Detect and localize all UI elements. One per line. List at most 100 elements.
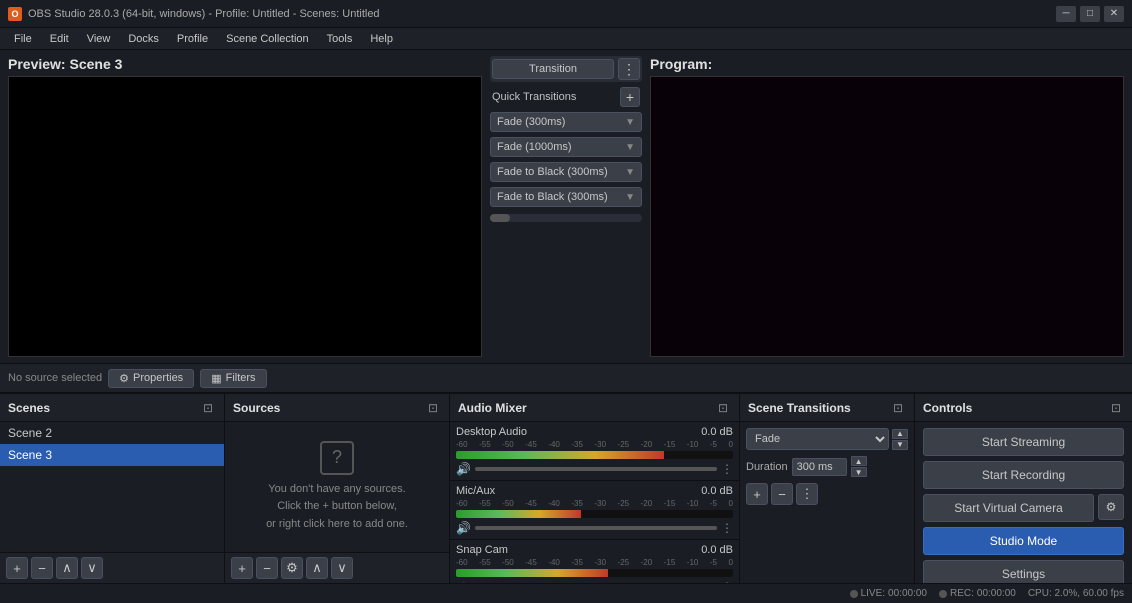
- transition-add-button[interactable]: +: [746, 483, 768, 505]
- audio-desktop-slider[interactable]: [475, 467, 717, 471]
- preview-title: Preview: Scene 3: [8, 56, 482, 72]
- duration-input[interactable]: [792, 458, 847, 476]
- minimize-button[interactable]: ─: [1056, 6, 1076, 22]
- virtual-camera-row: Start Virtual Camera ⚙: [923, 494, 1124, 522]
- filters-button[interactable]: ▦ Filters: [200, 369, 266, 388]
- virtual-camera-settings-button[interactable]: ⚙: [1098, 494, 1124, 520]
- menu-docks[interactable]: Docks: [120, 31, 167, 47]
- scenes-down-button[interactable]: ∨: [81, 557, 103, 579]
- properties-button[interactable]: ⚙ Properties: [108, 369, 194, 388]
- live-status: LIVE: 00:00:00: [850, 588, 927, 599]
- scenes-up-button[interactable]: ∧: [56, 557, 78, 579]
- audio-snapcam-bar: [456, 569, 733, 577]
- sources-panel-controls: ⊡: [425, 400, 441, 416]
- menu-profile[interactable]: Profile: [169, 31, 216, 47]
- audio-desktop-controls: 🔊 ⋮: [456, 462, 733, 476]
- audio-track-mic-name: Mic/Aux: [456, 485, 495, 497]
- controls-panel-header: Controls ⊡: [915, 394, 1132, 422]
- audio-bar-labels-mic: -60-55-50-45-40-35-30-25-20-15-10-50: [456, 499, 733, 508]
- duration-up-button[interactable]: ▲: [851, 456, 867, 466]
- close-button[interactable]: ✕: [1104, 6, 1124, 22]
- scenes-remove-button[interactable]: −: [31, 557, 53, 579]
- transition-type-select[interactable]: Fade Cut Slide: [746, 428, 889, 450]
- sources-settings-button[interactable]: ⚙: [281, 557, 303, 579]
- sources-add-button[interactable]: +: [231, 557, 253, 579]
- audio-track-mic: Mic/Aux 0.0 dB -60-55-50-45-40-35-30-25-…: [450, 481, 739, 540]
- sources-panel: Sources ⊡ ? You don't have any sources. …: [225, 394, 450, 583]
- menu-help[interactable]: Help: [362, 31, 401, 47]
- audio-desktop-bar: [456, 451, 733, 459]
- audio-panel: Audio Mixer ⊡ Desktop Audio 0.0 dB -60-5…: [450, 394, 740, 583]
- transition-more-button[interactable]: ⋮: [796, 483, 818, 505]
- audio-track-mic-db: 0.0 dB: [701, 485, 733, 497]
- scenes-panel-popout-button[interactable]: ⊡: [200, 400, 216, 416]
- audio-desktop-settings-button[interactable]: ⋮: [721, 462, 733, 476]
- rec-status: REC: 00:00:00: [939, 588, 1016, 599]
- menu-file[interactable]: File: [6, 31, 40, 47]
- audio-mic-bar: [456, 510, 733, 518]
- transition-up-button[interactable]: ▲: [892, 429, 908, 439]
- main: Preview: Scene 3 Transition ⋮ Quick Tran…: [0, 50, 1132, 603]
- audio-track-snapcam-header: Snap Cam 0.0 dB: [456, 544, 733, 556]
- app-icon: O: [8, 7, 22, 21]
- scene-item-scene2[interactable]: Scene 2: [0, 422, 224, 444]
- sources-down-button[interactable]: ∨: [331, 557, 353, 579]
- studio-mode-button[interactable]: Studio Mode: [923, 527, 1124, 555]
- titlebar-controls: ─ □ ✕: [1056, 6, 1124, 22]
- audio-panel-popout-button[interactable]: ⊡: [715, 400, 731, 416]
- audio-desktop-mute-button[interactable]: 🔊: [456, 462, 471, 476]
- audio-mic-mute-button[interactable]: 🔊: [456, 521, 471, 535]
- audio-mic-settings-button[interactable]: ⋮: [721, 521, 733, 535]
- chevron-down-icon: ▼: [625, 117, 635, 128]
- scenes-panel: Scenes ⊡ Scene 2 Scene 3 + − ∧ ∨: [0, 394, 225, 583]
- duration-down-button[interactable]: ▼: [851, 467, 867, 477]
- settings-button[interactable]: Settings: [923, 560, 1124, 583]
- no-source-text: No source selected: [8, 372, 102, 384]
- menu-scene-collection[interactable]: Scene Collection: [218, 31, 317, 47]
- transition-remove-button[interactable]: −: [771, 483, 793, 505]
- program-canvas: [650, 76, 1124, 357]
- transition-menu-button[interactable]: ⋮: [618, 58, 640, 80]
- chevron-down-icon: ▼: [625, 192, 635, 203]
- transition-scrollbar[interactable]: [490, 214, 642, 222]
- audio-track-snapcam-db: 0.0 dB: [701, 544, 733, 556]
- transition-down-button[interactable]: ▼: [892, 440, 908, 450]
- controls-panel-popout-button[interactable]: ⊡: [1108, 400, 1124, 416]
- transitions-panel-popout-button[interactable]: ⊡: [890, 400, 906, 416]
- controls-panel-controls: ⊡: [1108, 400, 1124, 416]
- transition-actions: + − ⋮: [746, 483, 908, 505]
- menubar: File Edit View Docks Profile Scene Colle…: [0, 28, 1132, 50]
- menu-edit[interactable]: Edit: [42, 31, 77, 47]
- quick-transitions-add-button[interactable]: +: [620, 87, 640, 107]
- transition-spin-buttons: ▲ ▼: [892, 429, 908, 450]
- fade-dropdown-2[interactable]: Fade (1000ms) ▼: [490, 137, 642, 157]
- preview-canvas: [8, 76, 482, 357]
- fade-dropdown-1[interactable]: Fade (300ms) ▼: [490, 112, 642, 132]
- audio-mic-slider[interactable]: [475, 526, 717, 530]
- quick-transitions-label: Quick Transitions: [492, 91, 576, 103]
- scenes-panel-header: Scenes ⊡: [0, 394, 224, 422]
- start-streaming-button[interactable]: Start Streaming: [923, 428, 1124, 456]
- sources-up-button[interactable]: ∧: [306, 557, 328, 579]
- start-virtual-camera-button[interactable]: Start Virtual Camera: [923, 494, 1094, 522]
- fade-dropdown-3[interactable]: Fade to Black (300ms) ▼: [490, 162, 642, 182]
- transitions-panel-controls: ⊡: [890, 400, 906, 416]
- audio-mic-controls: 🔊 ⋮: [456, 521, 733, 535]
- fade-dropdown-4[interactable]: Fade to Black (300ms) ▼: [490, 187, 642, 207]
- audio-track-desktop-db: 0.0 dB: [701, 426, 733, 438]
- menu-view[interactable]: View: [79, 31, 119, 47]
- sources-remove-button[interactable]: −: [256, 557, 278, 579]
- scenes-add-button[interactable]: +: [6, 557, 28, 579]
- audio-tracks-list: Desktop Audio 0.0 dB -60-55-50-45-40-35-…: [450, 422, 739, 583]
- restore-button[interactable]: □: [1080, 6, 1100, 22]
- scene-item-scene3[interactable]: Scene 3: [0, 444, 224, 466]
- start-recording-button[interactable]: Start Recording: [923, 461, 1124, 489]
- controls-panel-title: Controls: [923, 401, 972, 415]
- transition-select-row: Fade Cut Slide ▲ ▼: [746, 428, 908, 450]
- menu-tools[interactable]: Tools: [319, 31, 361, 47]
- gear-icon: ⚙: [119, 372, 129, 385]
- sources-panel-popout-button[interactable]: ⊡: [425, 400, 441, 416]
- transition-button[interactable]: Transition: [492, 59, 614, 79]
- titlebar-left: O OBS Studio 28.0.3 (64-bit, windows) - …: [8, 7, 380, 21]
- upper-area: Preview: Scene 3 Transition ⋮ Quick Tran…: [0, 50, 1132, 363]
